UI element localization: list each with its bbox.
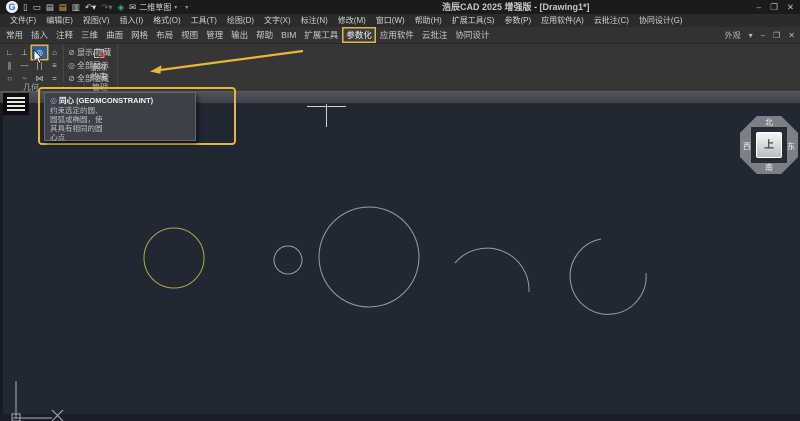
viewcube-south-label[interactable]: 南 xyxy=(740,162,798,173)
minimize-button[interactable]: – xyxy=(757,0,762,14)
qat-overflow-icon[interactable]: · xyxy=(180,4,182,10)
hamburger-menu-icon[interactable] xyxy=(3,93,29,115)
concentric-tooltip: ◎同心 (GEOMCONSTRAINT) 约束选定的圆、圆弧或椭圆，使其具有相同… xyxy=(44,92,196,141)
constraint-collinear-button[interactable]: ≡ xyxy=(47,59,62,72)
ribbon-right-controls: 外观 ▾ – ❐ ✕ xyxy=(725,27,795,44)
view-cube[interactable]: 上 北 南 西 东 xyxy=(740,116,798,174)
panel-separator xyxy=(63,46,64,82)
tab-layout[interactable]: 布局 xyxy=(152,27,177,43)
constraint-fix-button[interactable]: ⌂ xyxy=(47,46,62,59)
window-title: 浩辰CAD 2025 增强版 - [Drawing1*] xyxy=(442,0,590,14)
chat-bubble-icon[interactable]: ✉ xyxy=(129,0,136,14)
tab-3d[interactable]: 三维 xyxy=(77,27,102,43)
workspace-cube-icon[interactable]: ◈ xyxy=(118,0,125,14)
restore-button[interactable]: ❐ xyxy=(770,0,778,14)
tab-help[interactable]: 帮助 xyxy=(252,27,277,43)
constraint-perpendicular-button[interactable]: ⊥ xyxy=(17,46,32,59)
ribbon-tab-bar: 常用插入注释三维曲面网格布局视图管理输出帮助BIM扩展工具参数化应用软件云批注协… xyxy=(0,27,800,44)
tab-apps[interactable]: 应用软件 xyxy=(376,27,418,43)
viewcube-west-label[interactable]: 西 xyxy=(742,141,752,152)
menu-bar: 文件(F)编辑(E)视图(V)插入(I)格式(O)工具(T)绘图(D)文字(X)… xyxy=(0,14,800,27)
ribbon-minimize-button[interactable]: – xyxy=(761,31,765,40)
panel-separator xyxy=(117,44,118,90)
print-icon[interactable]: ▥ xyxy=(72,0,80,14)
tab-manage[interactable]: 管理 xyxy=(202,27,227,43)
undo-icon[interactable]: ↶▾ xyxy=(85,0,96,14)
constraint-parallel-button[interactable]: ∥ xyxy=(2,59,17,72)
tab-annotate[interactable]: 注释 xyxy=(52,27,77,43)
close-button[interactable]: ✕ xyxy=(787,0,794,14)
window-controls: –❐ ✕ xyxy=(757,0,794,14)
tab-mesh[interactable]: 网格 xyxy=(127,27,152,43)
tooltip-title: 同心 (GEOMCONSTRAINT) xyxy=(59,96,153,105)
new-file-icon[interactable]: ▯ xyxy=(23,0,28,14)
save-icon[interactable]: ▤ xyxy=(46,0,54,14)
mouse-cursor-icon xyxy=(33,50,45,65)
tab-cloud-markup[interactable]: 云批注 xyxy=(418,27,452,43)
app-logo[interactable]: G xyxy=(6,1,18,13)
tab-bim[interactable]: BIM xyxy=(277,27,300,43)
workspace-selector[interactable]: 二维草图 xyxy=(139,2,171,13)
tab-surface[interactable]: 曲面 xyxy=(102,27,127,43)
ribbon-close-button[interactable]: ✕ xyxy=(788,31,795,40)
tooltip-body: 约束选定的圆、圆弧或椭圆，使其具有相同的圆心点 xyxy=(50,106,190,142)
red-x-icon: ✕ xyxy=(98,49,107,62)
constraint-coincident-button[interactable]: ∟ xyxy=(2,46,17,59)
canvas-left-edge xyxy=(0,103,3,421)
save-as-icon[interactable]: ▤ xyxy=(59,0,67,14)
appearance-dropdown-icon[interactable]: ▾ xyxy=(749,31,753,40)
qat-dropdown-icon[interactable]: ▾ xyxy=(185,4,188,11)
viewcube-north-label[interactable]: 北 xyxy=(740,117,798,128)
tab-parametric[interactable]: 参数化 xyxy=(342,27,376,43)
tab-home[interactable]: 常用 xyxy=(2,27,27,43)
delete-constraint-button[interactable]: ✕ 删除 约束 xyxy=(86,45,112,81)
ribbon-panel-area: ∟⊥◎⌂∥—∣∣≡○~⋈= ⊘ 显示/隐藏 ◎ 全部显示 ⊘ 全部隐藏 几何 ⌟… xyxy=(0,44,800,91)
ribbon-restore-button[interactable]: ❐ xyxy=(773,31,780,40)
open-file-icon[interactable]: ▭ xyxy=(33,0,41,14)
quick-access-toolbar: ▯ ▭ ▤ ▤ ▥ ↶▾ ↷▾ ◈ ✉ xyxy=(23,0,136,14)
title-bar: G ▯ ▭ ▤ ▤ ▥ ↶▾ ↷▾ ◈ ✉ 二维草图 ▾ · ▾ 浩辰CAD 2025 增强版 … xyxy=(0,0,800,14)
tab-collab[interactable]: 协同设计 xyxy=(451,27,493,43)
tab-insert[interactable]: 插入 xyxy=(27,27,52,43)
appearance-menu[interactable]: 外观 xyxy=(725,30,741,41)
concentric-icon: ◎ xyxy=(50,96,57,105)
tab-output[interactable]: 输出 xyxy=(227,27,252,43)
viewcube-east-label[interactable]: 东 xyxy=(786,141,796,152)
constraint-horizontal-button[interactable]: — xyxy=(17,59,32,72)
canvas-bottom-edge xyxy=(0,414,800,421)
redo-icon[interactable]: ↷▾ xyxy=(101,0,112,14)
workspace-dropdown-icon[interactable]: ▾ xyxy=(174,4,177,11)
tab-view[interactable]: 视图 xyxy=(177,27,202,43)
viewcube-top-face[interactable]: 上 xyxy=(756,132,782,158)
drawing-canvas[interactable] xyxy=(0,103,800,421)
tab-express[interactable]: 扩展工具 xyxy=(300,27,342,43)
